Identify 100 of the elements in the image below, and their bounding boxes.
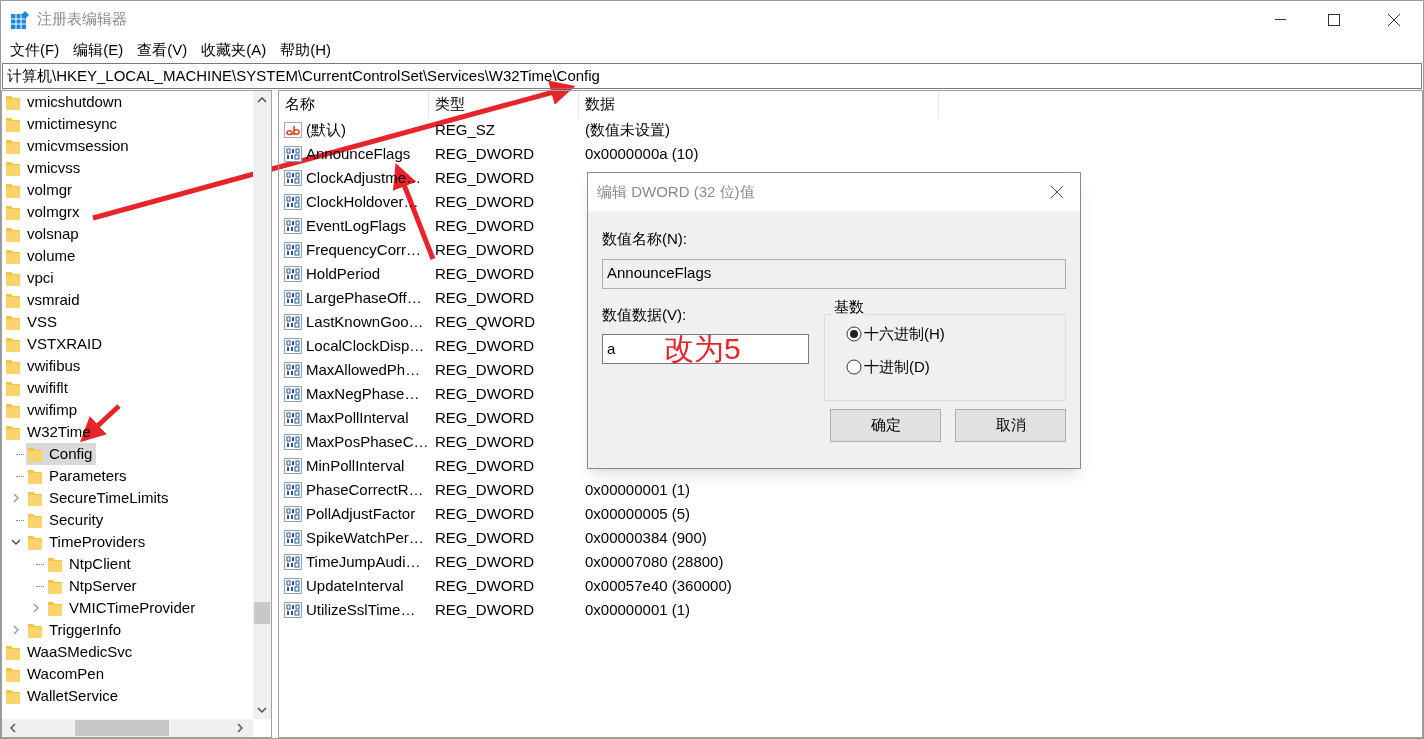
value-name[interactable]: MinPollInterval: [306, 454, 405, 478]
tree-item[interactable]: NtpServer: [46, 575, 141, 597]
radio-label[interactable]: 十六进制(H): [864, 322, 945, 346]
value-name[interactable]: TimeJumpAudi…: [306, 550, 421, 574]
tree-item[interactable]: volmgrx: [2, 201, 84, 223]
value-name[interactable]: LastKnownGoo…: [306, 310, 424, 334]
tree-item[interactable]: vmicshutdown: [2, 91, 127, 113]
radio-button[interactable]: [846, 359, 862, 375]
value-name[interactable]: (默认): [306, 118, 346, 142]
tree-item[interactable]: volmgr: [2, 179, 76, 201]
column-header[interactable]: 数据: [579, 91, 939, 118]
tree-item[interactable]: Security: [26, 509, 108, 531]
value-type: REG_DWORD: [434, 503, 536, 524]
binary-value-icon: [284, 410, 302, 426]
value-type: REG_DWORD: [434, 599, 536, 620]
collapse-chevron-icon[interactable]: [11, 539, 21, 545]
tree-connector-line: [16, 475, 24, 477]
tree-item[interactable]: vmictimesync: [2, 113, 121, 135]
tree-item[interactable]: vsmraid: [2, 289, 84, 311]
value-name[interactable]: MaxPollInterval: [306, 406, 409, 430]
tree-item[interactable]: TimeProviders: [26, 531, 150, 553]
close-icon[interactable]: [1051, 186, 1063, 198]
tree-item[interactable]: Parameters: [26, 465, 131, 487]
column-header[interactable]: 名称: [279, 91, 429, 118]
vertical-scrollbar[interactable]: [253, 91, 271, 719]
value-name[interactable]: EventLogFlags: [306, 214, 407, 238]
tree-item[interactable]: TriggerInfo: [26, 619, 125, 641]
tree-item[interactable]: Config: [26, 443, 97, 465]
value-type: REG_DWORD: [434, 215, 536, 236]
scroll-up-icon[interactable]: [257, 97, 267, 103]
menu-item[interactable]: 查看(V): [130, 39, 195, 62]
horizontal-scrollbar[interactable]: [2, 719, 253, 737]
binary-value-icon: [284, 602, 302, 618]
expand-chevron-icon[interactable]: [13, 625, 19, 635]
tree-item[interactable]: vwifimp: [2, 399, 81, 421]
scroll-left-icon[interactable]: [10, 723, 16, 733]
value-name[interactable]: PollAdjustFactor: [306, 502, 416, 526]
scroll-right-icon[interactable]: [237, 723, 243, 733]
tree-item[interactable]: NtpClient: [46, 553, 135, 575]
value-name[interactable]: UtilizeSslTime…: [306, 598, 416, 622]
binary-value-icon: [284, 242, 302, 258]
tree-item[interactable]: vmicvss: [2, 157, 85, 179]
value-name[interactable]: LargePhaseOff…: [306, 286, 422, 310]
binary-value-icon: [284, 290, 302, 306]
scroll-down-icon[interactable]: [257, 707, 267, 713]
tree-item[interactable]: VMICTimeProvider: [46, 597, 200, 619]
tree-item[interactable]: VSTXRAID: [2, 333, 106, 355]
binary-value-icon: [284, 218, 302, 234]
tree-item[interactable]: vwifibus: [2, 355, 85, 377]
dialog-button[interactable]: 确定: [830, 408, 941, 442]
tree-item[interactable]: VSS: [2, 311, 61, 333]
menu-item[interactable]: 帮助(H): [273, 39, 338, 62]
tree-item[interactable]: vmicvmsession: [2, 135, 133, 157]
tree-item[interactable]: WaaSMedicSvc: [2, 641, 137, 663]
value-type: REG_DWORD: [434, 239, 536, 260]
folder-icon: [6, 358, 20, 374]
value-data: 0x00000384 (900): [584, 527, 708, 548]
scrollbar-thumb[interactable]: [75, 720, 169, 736]
tree-item[interactable]: volsnap: [2, 223, 83, 245]
binary-value-icon: [284, 266, 302, 282]
value-name[interactable]: LocalClockDisp…: [306, 334, 425, 358]
annotation-note: 改为5: [664, 331, 741, 367]
column-header[interactable]: 类型: [429, 91, 579, 118]
value-name[interactable]: FrequencyCorr…: [306, 238, 422, 262]
radio-button[interactable]: [846, 326, 862, 342]
dialog-button[interactable]: 取消: [955, 408, 1066, 442]
value-type: REG_SZ: [434, 119, 496, 140]
registry-app-icon: [11, 10, 29, 29]
menu-item[interactable]: 编辑(E): [66, 39, 131, 62]
value-data: 0x00000005 (5): [584, 503, 692, 524]
menu-item[interactable]: 收藏夹(A): [194, 39, 274, 62]
value-name[interactable]: SpikeWatchPer…: [306, 526, 424, 550]
value-name[interactable]: MaxPosPhaseC…: [306, 430, 429, 454]
binary-value-icon: [284, 530, 302, 546]
tree-item[interactable]: WacomPen: [2, 663, 108, 685]
menu-item[interactable]: 文件(F): [3, 39, 67, 62]
expand-chevron-icon[interactable]: [13, 493, 19, 503]
close-icon[interactable]: [1388, 13, 1400, 26]
value-name[interactable]: MaxAllowedPh…: [306, 358, 421, 382]
tree-item[interactable]: SecureTimeLimits: [26, 487, 173, 509]
folder-icon: [6, 160, 20, 176]
maximize-icon[interactable]: [1328, 13, 1340, 26]
tree-item[interactable]: volume: [2, 245, 80, 267]
tree-item[interactable]: vwififlt: [2, 377, 72, 399]
value-name[interactable]: MaxNegPhase…: [306, 382, 420, 406]
value-type: REG_DWORD: [434, 143, 536, 164]
folder-icon: [6, 424, 20, 440]
binary-value-icon: [284, 482, 302, 498]
scrollbar-thumb[interactable]: [254, 602, 270, 624]
radio-label[interactable]: 十进制(D): [864, 355, 930, 379]
value-name[interactable]: UpdateInterval: [306, 574, 404, 598]
minimize-icon[interactable]: [1274, 19, 1286, 20]
folder-icon: [48, 556, 62, 572]
value-type: REG_DWORD: [434, 335, 536, 356]
folder-icon: [28, 512, 42, 528]
value-name[interactable]: PhaseCorrectR…: [306, 478, 424, 502]
expand-chevron-icon[interactable]: [33, 603, 39, 613]
value-name[interactable]: HoldPeriod: [306, 262, 381, 286]
tree-item[interactable]: WalletService: [2, 685, 123, 707]
tree-item[interactable]: vpci: [2, 267, 58, 289]
